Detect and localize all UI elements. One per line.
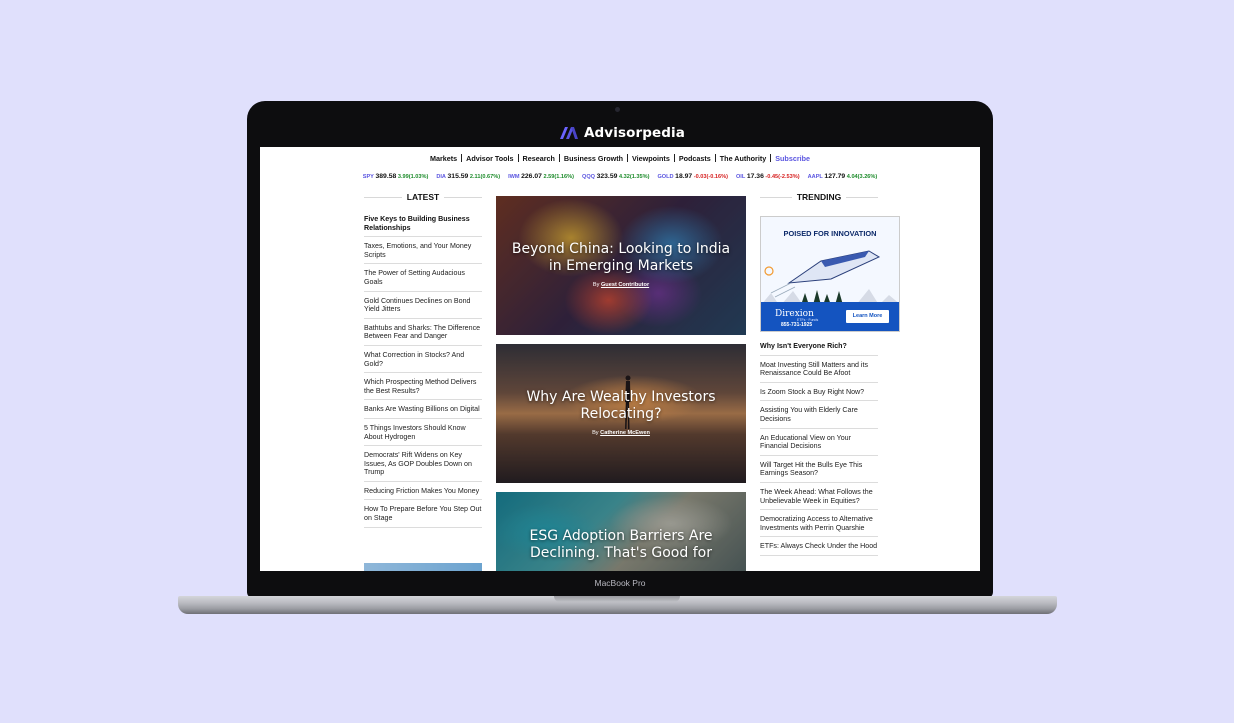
nav-item[interactable]: Advisor Tools [462, 154, 517, 163]
feature-card[interactable]: Beyond China: Looking to India in Emergi… [496, 196, 746, 335]
latest-article-link[interactable]: Reducing Friction Makes You Money [364, 485, 482, 501]
ticker-symbol: DIA [436, 174, 446, 180]
trending-list: Why Isn't Everyone Rich? Moat Investing S… [760, 340, 878, 559]
trending-article-link[interactable]: Is Zoom Stock a Buy Right Now? [760, 386, 878, 402]
trending-heading: TRENDING [760, 192, 879, 202]
ticker-symbol: QQQ [581, 174, 596, 180]
feature-byline: By Guest Contributor [496, 282, 746, 288]
nav-item[interactable]: Podcasts [675, 154, 715, 163]
ticker-change: -0.03(-0.16%) [693, 174, 728, 180]
latest-thumbnail[interactable] [364, 563, 482, 571]
nav-item[interactable]: The Authority [716, 154, 770, 163]
ticker-change: -0.45(-2.53%) [765, 174, 800, 180]
feature-title[interactable]: Why Are Wealthy Investors Relocating? [506, 389, 736, 423]
latest-heading: LATEST [364, 192, 482, 202]
ticker-symbol: IWM [508, 174, 520, 180]
ticker-item[interactable]: GOLD 18.97 -0.03(-0.16%) [657, 173, 728, 180]
device-label: MacBook Pro [594, 578, 646, 588]
ticker-symbol: OIL [735, 174, 746, 180]
latest-article-link[interactable]: Democrats' Rift Widens on Key Issues, As… [364, 449, 482, 482]
rocket-train-illustration [761, 250, 899, 305]
latest-article-link[interactable]: Gold Continues Declines on Bond Yield Ji… [364, 295, 482, 319]
byline-prefix: By [592, 282, 600, 288]
ticker-change: 4.04(3.26%) [846, 174, 878, 180]
ticker-item[interactable]: AAPL 127.79 4.04(3.26%) [808, 173, 878, 180]
trending-article-link[interactable]: Why Isn't Everyone Rich? [760, 340, 878, 356]
ad-headline: POISED FOR INNOVATION [783, 229, 877, 238]
nav-item[interactable]: Viewpoints [628, 154, 674, 163]
feature-card[interactable]: ESG Adoption Barriers Are Declining. Tha… [496, 492, 746, 571]
feature-byline: By Catherine McEwen [496, 430, 746, 436]
ticker-item[interactable]: QQQ 323.59 4.32(1.35%) [582, 173, 649, 180]
camera-icon [615, 107, 620, 112]
latest-article-link[interactable]: Five Keys to Building Business Relations… [364, 213, 482, 238]
ticker-change: 4.32(1.35%) [618, 174, 650, 180]
advisorpedia-logo-icon [560, 127, 578, 139]
latest-article-link[interactable]: What Correction in Stocks? And Gold? [364, 349, 482, 374]
main-nav: Markets Advisor Tools Research Business Gro… [260, 154, 980, 163]
feature-title[interactable]: ESG Adoption Barriers Are Declining. Tha… [506, 528, 736, 562]
market-ticker: SPY 389.58 3.99(1.03%) DIA 315.59 2.11(0.… [260, 173, 980, 180]
laptop-base [178, 596, 1057, 614]
author-link[interactable]: Guest Contributor [601, 282, 649, 288]
ticker-price: 226.07 [521, 173, 542, 180]
ticker-item[interactable]: SPY 389.58 3.99(1.03%) [363, 173, 429, 180]
lid-notch [554, 596, 680, 602]
nav-item[interactable]: Research [519, 154, 559, 163]
ticker-symbol: GOLD [657, 174, 674, 180]
ticker-change: 2.11(0.67%) [469, 174, 501, 180]
trending-article-link[interactable]: The Week Ahead: What Follows the Unbelie… [760, 486, 878, 511]
nav-item[interactable]: Markets [426, 154, 461, 163]
latest-article-link[interactable]: Which Prospecting Method Delivers the Be… [364, 376, 482, 401]
ticker-price: 127.79 [824, 173, 846, 180]
site-logo[interactable]: Advisorpedia [559, 122, 685, 144]
latest-article-link[interactable]: Taxes, Emotions, and Your Money Scripts [364, 240, 482, 265]
advertisement[interactable]: POISED FOR INNOVATION Direxion ETFs · Fu… [760, 216, 900, 332]
trending-article-link[interactable]: Moat Investing Still Matters and its Ren… [760, 359, 878, 383]
ad-footer: Direxion ETFs · Funds 855-731-1925 Learn… [761, 302, 899, 331]
ticker-price: 18.97 [675, 173, 693, 180]
ticker-price: 389.58 [375, 173, 397, 180]
nav-item[interactable]: Business Growth [560, 154, 627, 163]
ticker-price: 323.59 [596, 173, 618, 180]
ticker-item[interactable]: OIL 17.36 -0.45(-2.53%) [736, 173, 800, 180]
ticker-price: 17.36 [746, 173, 764, 180]
latest-article-link[interactable]: The Power of Setting Audacious Goals [364, 267, 482, 292]
ticker-item[interactable]: DIA 315.59 2.11(0.67%) [436, 173, 500, 180]
feature-card[interactable]: Why Are Wealthy Investors Relocating? By… [496, 344, 746, 483]
browser-viewport: Markets Advisor Tools Research Business Gro… [260, 147, 980, 571]
ticker-change: 2.59(1.16%) [543, 174, 574, 180]
learn-more-button[interactable]: Learn More [846, 310, 889, 323]
subscribe-link[interactable]: Subscribe [771, 154, 814, 163]
trending-article-link[interactable]: Assisting You with Elderly Care Decision… [760, 404, 878, 429]
feature-title[interactable]: Beyond China: Looking to India in Emergi… [506, 241, 736, 275]
byline-prefix: By [592, 430, 599, 436]
trending-article-link[interactable]: Will Target Hit the Bulls Eye This Earni… [760, 459, 878, 483]
trending-article-link[interactable]: Democratizing Access to Alternative Inve… [760, 513, 878, 538]
ticker-change: 3.99(1.03%) [397, 174, 429, 180]
ticker-symbol: AAPL [807, 174, 823, 180]
laptop-lid: Advisorpedia Markets Advisor Tools Researc… [247, 101, 993, 598]
latest-article-link[interactable]: 5 Things Investors Should Know About Hyd… [364, 422, 482, 447]
ticker-symbol: SPY [362, 174, 374, 180]
ticker-item[interactable]: IWM 226.07 2.59(1.16%) [508, 173, 574, 180]
latest-article-link[interactable]: How To Prepare Before You Step Out on St… [364, 503, 482, 528]
latest-list: Five Keys to Building Business Relations… [364, 213, 482, 531]
trending-article-link[interactable]: ETFs: Always Check Under the Hood [760, 540, 878, 556]
latest-article-link[interactable]: Banks Are Wasting Billions on Digital [364, 403, 482, 419]
brand-name: Advisorpedia [584, 125, 685, 141]
latest-article-link[interactable]: Bathtubs and Sharks: The Difference Betw… [364, 322, 482, 346]
author-link[interactable]: Catherine McEwen [600, 430, 650, 436]
ad-phone: 855-731-1925 [781, 322, 813, 328]
trending-article-link[interactable]: An Educational View on Your Financial De… [760, 432, 878, 456]
ticker-price: 315.59 [447, 173, 469, 180]
